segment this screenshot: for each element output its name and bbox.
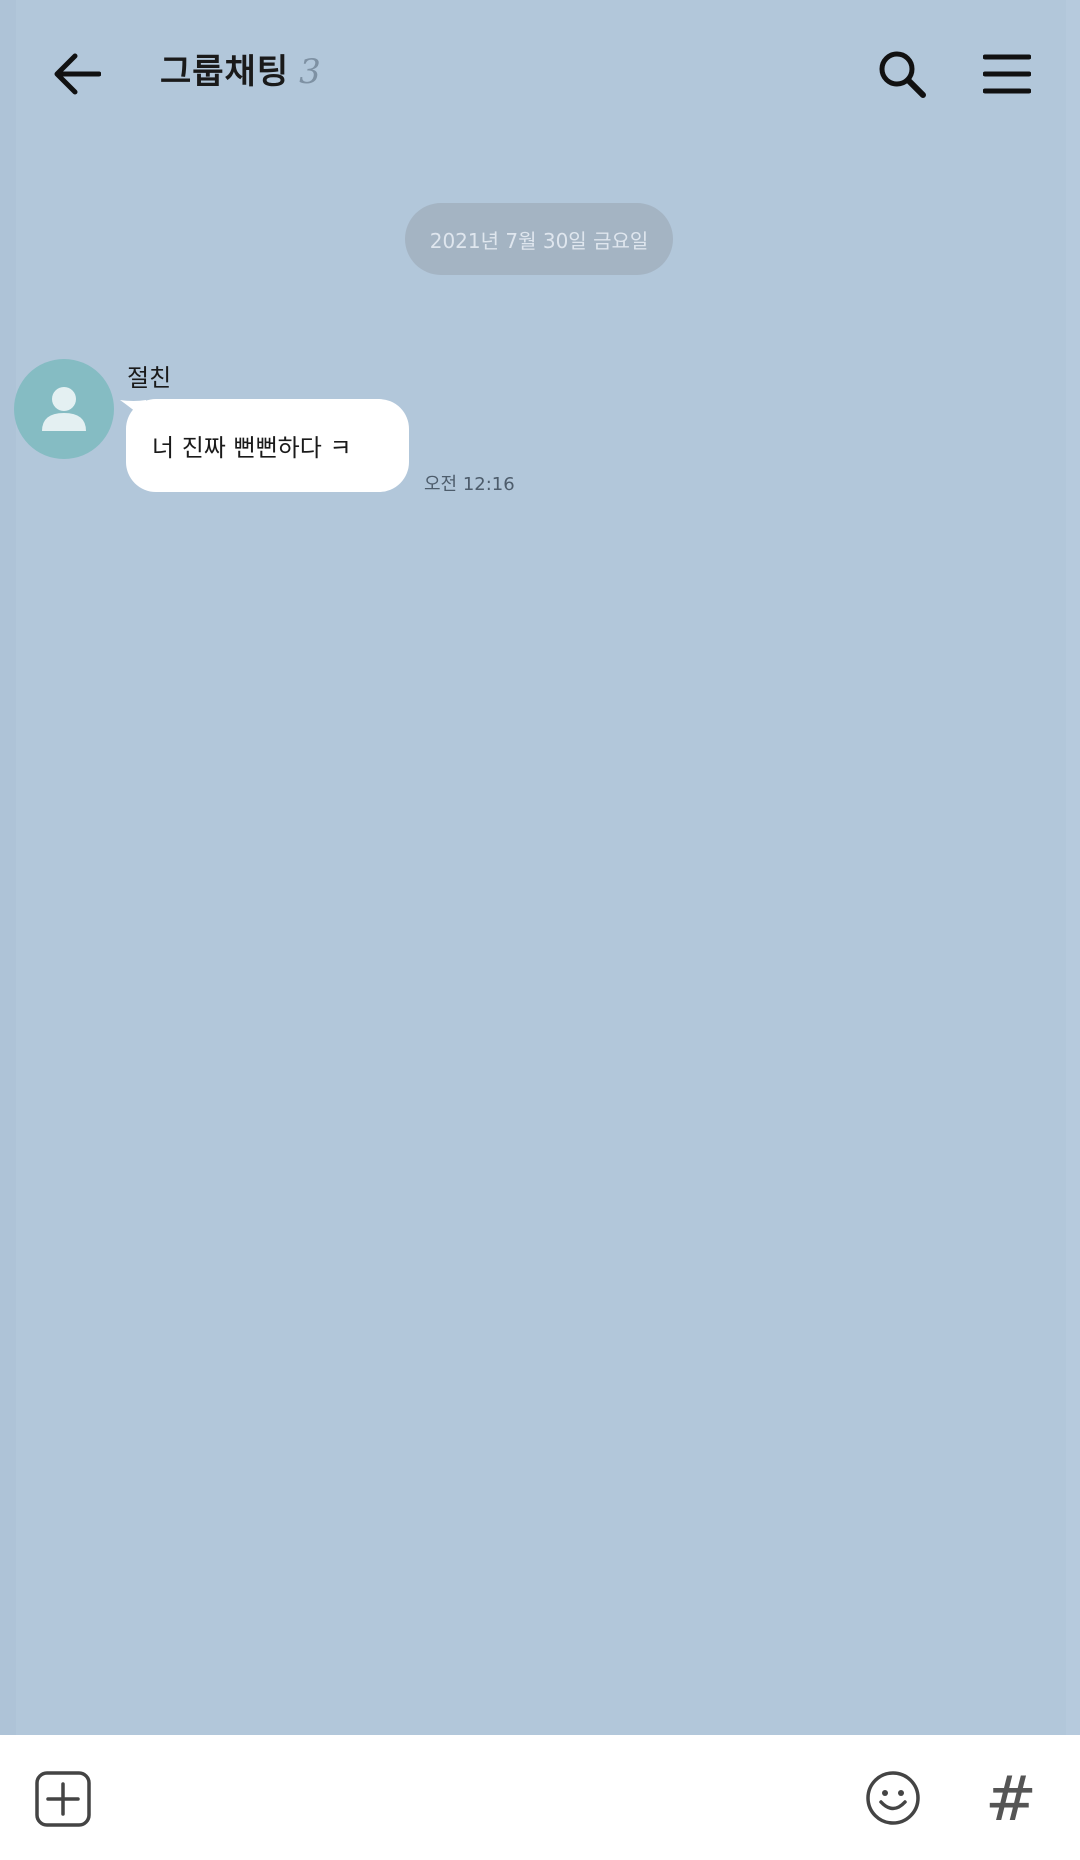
search-button[interactable] [870,42,934,106]
arrow-left-icon [54,53,101,95]
avatar[interactable] [14,359,114,459]
smiley-icon [866,1771,920,1825]
message-bubble[interactable]: 너 진짜 뻔뻔하다 ㅋ [126,399,409,492]
hamburger-menu-icon [983,54,1031,94]
emoji-button[interactable] [862,1767,924,1829]
date-divider: 2021년 7월 30일 금요일 [405,203,673,275]
message-time: 오전 12:16 [424,474,515,495]
default-profile-icon [42,387,86,431]
message-text: 너 진짜 뻔뻔하다 ㅋ [152,434,352,462]
menu-button[interactable] [975,42,1039,106]
date-divider-text: 2021년 7월 30일 금요일 [429,228,649,253]
page-title: 그룹채팅 [160,52,290,92]
input-bar: # [0,1735,1080,1860]
chat-header: 그룹채팅 3 [0,0,1080,150]
hashtag-button[interactable]: # [978,1762,1044,1835]
attach-button[interactable] [32,1768,94,1830]
back-button[interactable] [45,42,109,106]
sender-name: 절친 [127,364,172,392]
search-icon [879,51,926,98]
left-edge-strip [0,0,16,1735]
plus-square-icon [35,1771,91,1827]
member-count: 3 [299,52,321,92]
right-edge-strip [1066,0,1080,1735]
title-group: 그룹채팅 3 [160,44,321,104]
